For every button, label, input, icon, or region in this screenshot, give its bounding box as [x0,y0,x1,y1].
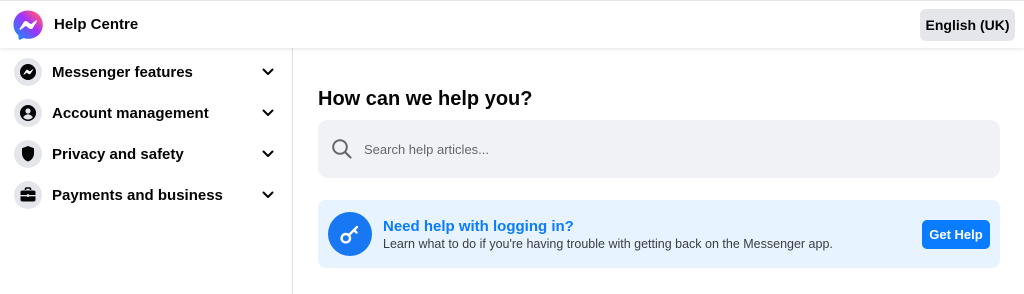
chevron-down-icon[interactable] [261,188,275,202]
sidebar-item-payments-and-business[interactable]: Payments and business [0,175,292,215]
get-help-button[interactable]: Get Help [922,220,990,249]
page-title: How can we help you? [318,88,533,110]
search-bar[interactable] [318,120,1000,178]
login-help-banner: Need help with logging in? Learn what to… [318,200,1000,268]
banner-description: Learn what to do if you're having troubl… [383,237,833,251]
top-bar: Help Centre English (UK) [0,0,1024,48]
chevron-down-icon[interactable] [261,106,275,120]
sidebar-item-privacy-and-safety[interactable]: Privacy and safety [0,134,292,174]
sidebar-item-messenger-features[interactable]: Messenger features [0,52,292,92]
sidebar: Messenger features Account management Pr… [0,48,293,294]
chevron-down-icon[interactable] [261,65,275,79]
shield-icon [14,140,42,168]
sidebar-item-label: Privacy and safety [52,145,184,163]
sidebar-item-label: Messenger features [52,63,193,81]
sidebar-item-label: Payments and business [52,186,223,204]
person-icon [14,99,42,127]
app-title[interactable]: Help Centre [54,16,138,33]
key-icon [328,212,372,256]
language-button[interactable]: English (UK) [920,9,1015,41]
messenger-bolt-icon [14,58,42,86]
search-icon [330,137,354,161]
briefcase-icon [14,181,42,209]
search-input[interactable] [364,132,984,166]
messenger-logo-icon[interactable] [12,9,44,41]
sidebar-item-label: Account management [52,104,209,122]
chevron-down-icon[interactable] [261,147,275,161]
banner-title[interactable]: Need help with logging in? [383,218,574,235]
sidebar-item-account-management[interactable]: Account management [0,93,292,133]
